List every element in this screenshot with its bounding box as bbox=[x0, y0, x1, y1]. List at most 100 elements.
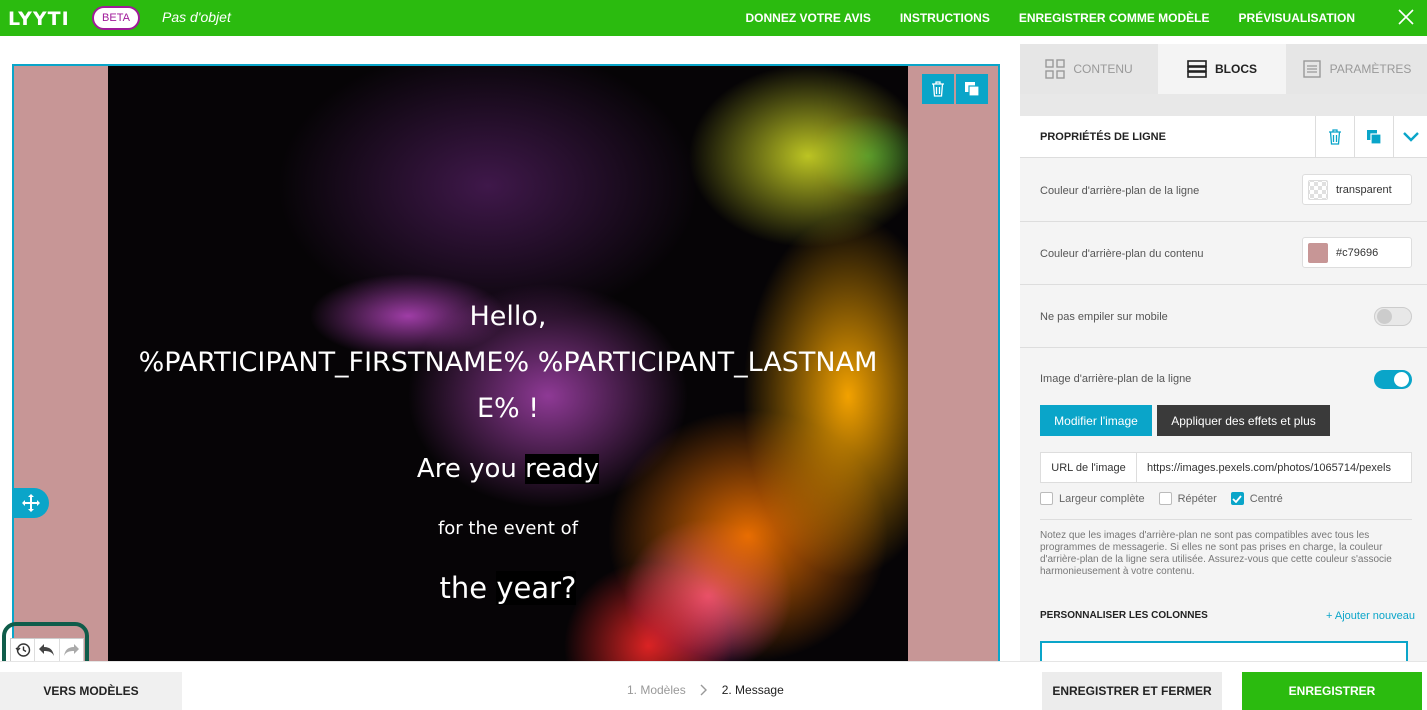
beta-badge: BETA bbox=[92, 6, 140, 30]
image-buttons: Modifier l'image Appliquer des effets et… bbox=[1020, 405, 1427, 436]
selected-row[interactable]: Hello, %PARTICIPANT_FIRSTNAME% %PARTICIP… bbox=[12, 64, 1000, 661]
to-models-button[interactable]: VERS MODÈLES bbox=[0, 672, 182, 710]
row-properties-header: PROPRIÉTÉS DE LIGNE bbox=[1020, 116, 1427, 158]
undo-button[interactable] bbox=[35, 639, 60, 661]
top-bar: LYYTI BETA Pas d'objet DONNEZ VOTRE AVIS… bbox=[0, 0, 1427, 36]
bottom-bar: VERS MODÈLES 1. Modèles 2. Message ENREG… bbox=[0, 661, 1427, 710]
tab-blocks[interactable]: BLOCS bbox=[1158, 44, 1286, 94]
toggle-knob bbox=[1394, 372, 1409, 387]
move-row-handle[interactable] bbox=[12, 488, 49, 518]
row-bg-color-label: Couleur d'arrière-plan de la ligne bbox=[1040, 185, 1200, 197]
modify-image-button[interactable]: Modifier l'image bbox=[1040, 405, 1152, 436]
step-indicator: 1. Modèles 2. Message bbox=[627, 683, 784, 697]
collapse-section-button[interactable] bbox=[1393, 116, 1427, 158]
content-bg-color-label: Couleur d'arrière-plan du contenu bbox=[1040, 248, 1204, 260]
add-column-label: Ajouter nouveau bbox=[1334, 610, 1415, 622]
check-icon bbox=[1232, 494, 1242, 503]
duplicate-icon bbox=[965, 82, 980, 97]
duplicate-row-button[interactable] bbox=[956, 74, 988, 104]
row-bg-color-value: transparent bbox=[1336, 183, 1392, 196]
instructions-link[interactable]: INSTRUCTIONS bbox=[900, 11, 990, 25]
tab-content[interactable]: CONTENU bbox=[1020, 44, 1158, 94]
duplicate-row-panel-button[interactable] bbox=[1354, 116, 1393, 158]
content-bg-color-value: #c79696 bbox=[1336, 246, 1379, 259]
year-prefix: the bbox=[439, 571, 497, 605]
bg-image-section: Image d'arrière-plan de la ligne Modifie… bbox=[1020, 348, 1427, 661]
repeat-checkbox[interactable] bbox=[1158, 492, 1172, 505]
tab-settings[interactable]: PARAMÈTRES bbox=[1286, 44, 1427, 94]
trash-icon bbox=[1329, 129, 1341, 145]
step-models[interactable]: 1. Modèles bbox=[627, 683, 686, 697]
no-stack-toggle[interactable] bbox=[1374, 307, 1412, 326]
email-canvas: Hello, %PARTICIPANT_FIRSTNAME% %PARTICIP… bbox=[0, 44, 1020, 661]
feedback-link[interactable]: DONNEZ VOTRE AVIS bbox=[746, 11, 871, 25]
close-icon[interactable] bbox=[1397, 8, 1415, 26]
row-background-image[interactable]: Hello, %PARTICIPANT_FIRSTNAME% %PARTICIP… bbox=[108, 66, 908, 661]
move-icon bbox=[21, 494, 40, 512]
no-stack-label: Ne pas empiler sur mobile bbox=[1040, 311, 1168, 323]
image-url-input[interactable]: https://images.pexels.com/photos/1065714… bbox=[1137, 453, 1411, 482]
save-and-close-button[interactable]: ENREGISTRER ET FERMER bbox=[1042, 672, 1222, 710]
lyyti-logo: LYYTI bbox=[8, 8, 70, 30]
centered-option[interactable]: Centré bbox=[1230, 492, 1283, 505]
chevron-down-icon bbox=[1402, 132, 1419, 142]
full-width-option[interactable]: Largeur complète bbox=[1040, 492, 1145, 505]
top-nav: DONNEZ VOTRE AVIS INSTRUCTIONS ENREGISTR… bbox=[746, 11, 1356, 25]
delete-row-panel-button[interactable] bbox=[1315, 116, 1354, 158]
columns-title: PERSONNALISER LES COLONNES bbox=[1040, 610, 1208, 621]
no-stack-row: Ne pas empiler sur mobile bbox=[1020, 285, 1427, 348]
duplicate-icon bbox=[1367, 130, 1382, 145]
redo-button[interactable] bbox=[60, 639, 83, 661]
delete-row-button[interactable] bbox=[922, 74, 954, 104]
email-subject[interactable]: Pas d'objet bbox=[162, 9, 231, 25]
apply-effects-button[interactable]: Appliquer des effets et plus bbox=[1157, 405, 1330, 436]
history-toolbar bbox=[10, 638, 84, 661]
ready-highlight: ready bbox=[525, 454, 600, 484]
divider bbox=[1040, 519, 1412, 520]
full-width-checkbox[interactable] bbox=[1040, 492, 1053, 505]
row-properties-title: PROPRIÉTÉS DE LIGNE bbox=[1040, 131, 1166, 143]
blocks-icon bbox=[1187, 60, 1207, 78]
centered-label: Centré bbox=[1249, 492, 1283, 505]
greeting-line-1: Hello, bbox=[469, 301, 547, 332]
year-text: the year? bbox=[108, 571, 908, 605]
centered-checkbox[interactable] bbox=[1230, 492, 1244, 505]
greeting-text: Hello, %PARTICIPANT_FIRSTNAME% %PARTICIP… bbox=[108, 294, 908, 432]
repeat-label: Répéter bbox=[1177, 492, 1217, 505]
row-bg-color-picker[interactable]: transparent bbox=[1302, 174, 1412, 205]
row-actions bbox=[922, 74, 988, 104]
event-text: for the event of bbox=[437, 518, 579, 539]
preview-link[interactable]: PRÉVISUALISATION bbox=[1239, 11, 1355, 25]
history-button[interactable] bbox=[11, 639, 36, 661]
image-url-label: URL de l'image bbox=[1041, 453, 1137, 482]
add-column-link[interactable]: + Ajouter nouveau bbox=[1326, 610, 1415, 622]
bg-image-label: Image d'arrière-plan de la ligne bbox=[1040, 373, 1192, 385]
grid-icon bbox=[1045, 59, 1066, 79]
full-width-label: Largeur complète bbox=[1059, 492, 1145, 505]
row-bg-color-row: Couleur d'arrière-plan de la ligne trans… bbox=[1020, 159, 1427, 222]
panel-tabs: CONTENU BLOCS PARAMÈTRES bbox=[1020, 44, 1427, 94]
undo-icon bbox=[38, 644, 54, 656]
greeting-line-3: E% ! bbox=[476, 393, 540, 424]
history-icon bbox=[15, 643, 30, 657]
transparent-swatch bbox=[1308, 179, 1328, 200]
column-item[interactable] bbox=[1040, 641, 1408, 661]
row-properties: PROPRIÉTÉS DE LIGNE Couleur d'arrière-pl… bbox=[1020, 116, 1427, 661]
bg-image-note: Notez que les images d'arrière-plan ne s… bbox=[1040, 530, 1392, 577]
content-bg-color-picker[interactable]: #c79696 bbox=[1302, 237, 1412, 268]
chevron-right-icon bbox=[700, 684, 707, 696]
step-message: 2. Message bbox=[721, 683, 784, 697]
repeat-option[interactable]: Répéter bbox=[1158, 492, 1217, 505]
tab-blocks-label: BLOCS bbox=[1215, 62, 1257, 76]
image-options: Largeur complète Répéter Centré bbox=[1040, 492, 1283, 505]
save-as-template-link[interactable]: ENREGISTRER COMME MODÈLE bbox=[1019, 11, 1210, 25]
bg-image-toggle[interactable] bbox=[1374, 370, 1412, 389]
year-highlight: year? bbox=[496, 571, 577, 605]
save-button[interactable]: ENREGISTRER bbox=[1242, 672, 1422, 710]
history-controls bbox=[2, 622, 89, 661]
content-bg-color-row: Couleur d'arrière-plan du contenu #c7969… bbox=[1020, 222, 1427, 285]
content-color-swatch bbox=[1308, 242, 1328, 263]
toggle-knob bbox=[1377, 309, 1392, 324]
trash-icon bbox=[932, 81, 944, 97]
settings-icon bbox=[1302, 60, 1321, 78]
